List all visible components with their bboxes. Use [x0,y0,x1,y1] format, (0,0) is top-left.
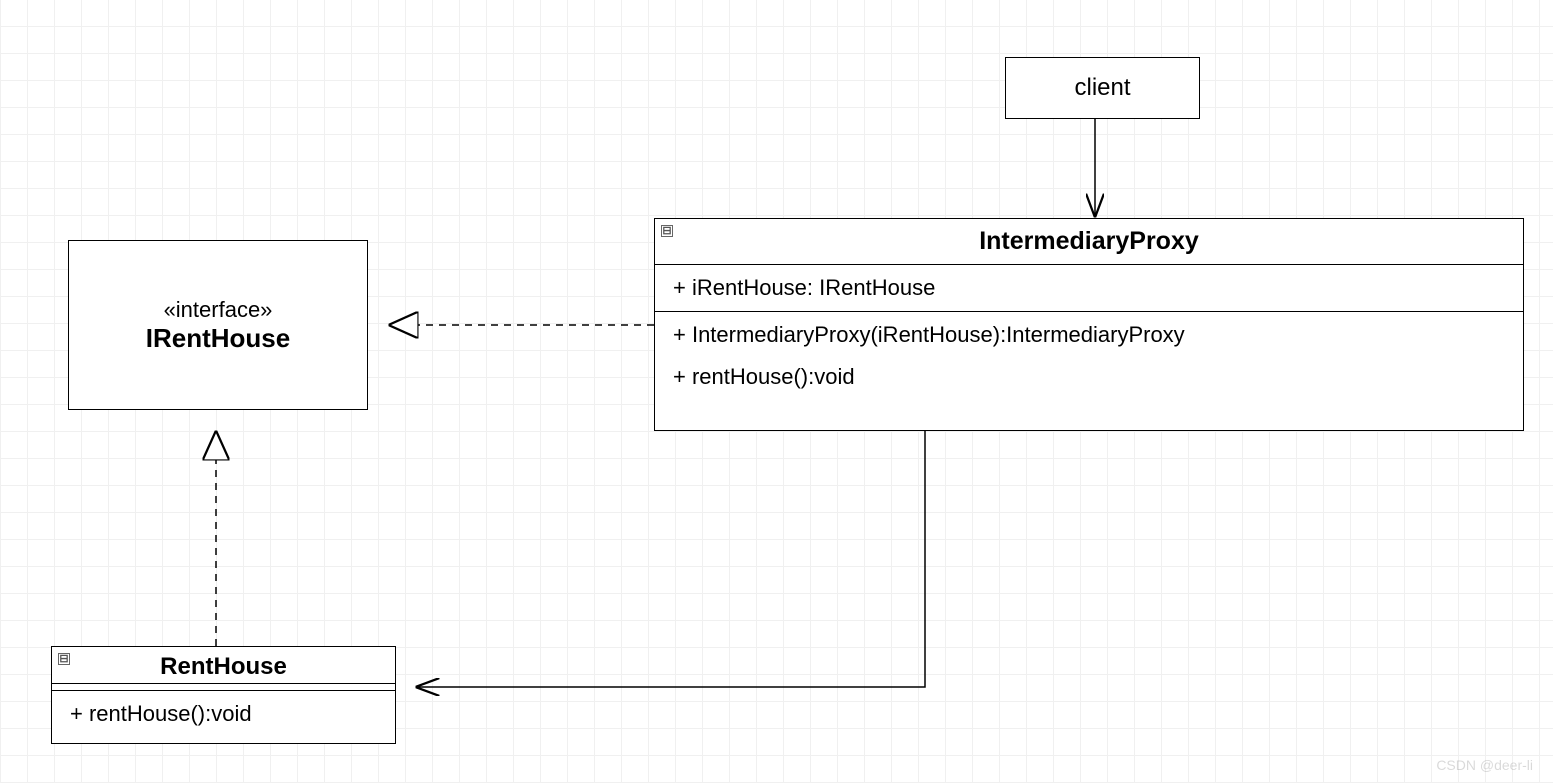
interface-name: IRentHouse [146,323,290,354]
renthouse-class-box: ⊟ RentHouse + rentHouse():void [51,646,396,744]
proxy-title: ⊟ IntermediaryProxy [655,219,1523,265]
proxy-operation-rent: + rentHouse():void [655,358,1523,400]
proxy-class-box: ⊟ IntermediaryProxy + iRentHouse: IRentH… [654,218,1524,431]
interface-stereotype: «interface» [164,297,273,323]
renthouse-title: ⊟ RentHouse [52,647,395,691]
interface-box: «interface» IRentHouse [68,240,368,410]
renthouse-name: RentHouse [160,653,287,680]
collapse-icon[interactable]: ⊟ [661,225,673,237]
collapse-icon[interactable]: ⊟ [58,653,70,665]
watermark-text: CSDN @deer-li [1436,757,1533,773]
proxy-name: IntermediaryProxy [979,227,1199,255]
association-proxy-renthouse [417,431,925,687]
proxy-attribute: + iRentHouse: IRentHouse [655,265,1523,312]
client-label: client [1074,74,1130,102]
client-box: client [1005,57,1200,119]
renthouse-operation: + rentHouse():void [52,691,395,737]
proxy-operation-ctor: + IntermediaryProxy(iRentHouse):Intermed… [655,312,1523,358]
